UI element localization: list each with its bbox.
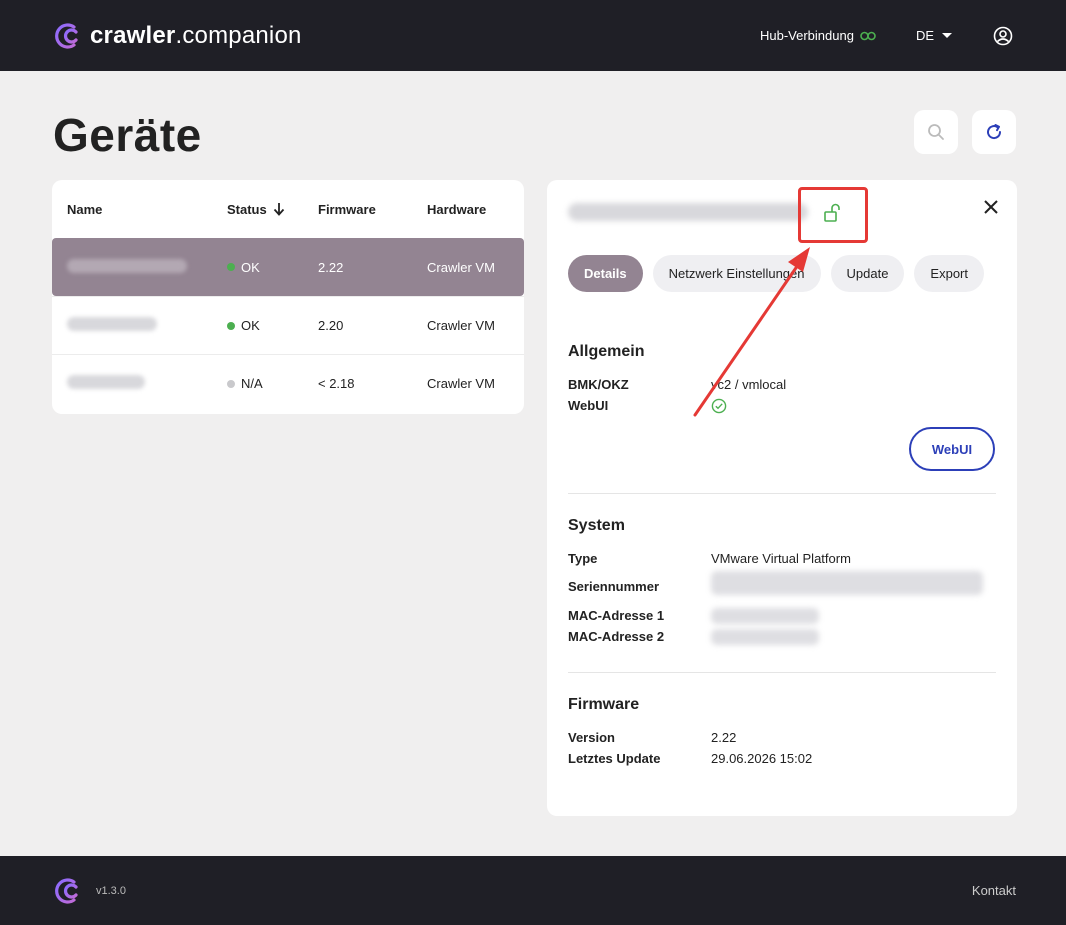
- field-mac-2: MAC-Adresse 2: [568, 629, 819, 645]
- contact-link[interactable]: Kontakt: [972, 883, 1016, 898]
- device-hardware: Crawler VM: [427, 376, 495, 391]
- divider: [568, 493, 996, 494]
- device-detail-panel: Details Netzwerk Einstellungen Update Ex…: [547, 180, 1017, 816]
- device-name-redacted: [52, 258, 212, 276]
- device-hardware: Crawler VM: [427, 259, 495, 275]
- status-dot: [227, 379, 235, 388]
- device-name-redacted: [568, 203, 808, 221]
- field-version: Version 2.22: [568, 730, 736, 745]
- column-header-firmware[interactable]: Firmware: [303, 202, 412, 217]
- device-status: OK: [241, 318, 260, 333]
- device-firmware: 2.22: [318, 259, 344, 275]
- device-name-redacted: [52, 375, 212, 392]
- field-label: MAC-Adresse 1: [568, 608, 665, 623]
- device-name-redacted: [52, 317, 212, 334]
- close-icon[interactable]: [981, 197, 1001, 217]
- detail-tabs: Details Netzwerk Einstellungen Update Ex…: [568, 255, 984, 292]
- field-serial-number: Seriennummer: [568, 571, 983, 595]
- open-webui-button[interactable]: WebUI: [909, 427, 995, 471]
- field-label: MAC-Adresse 2: [568, 629, 665, 644]
- sort-down-icon: [273, 203, 284, 216]
- hub-connection-status[interactable]: Hub-Verbindung: [760, 28, 876, 43]
- user-circle-icon[interactable]: [992, 25, 1014, 47]
- device-firmware: 2.20: [318, 318, 344, 333]
- field-last-update: Letztes Update 29.06.2026 15:02: [568, 751, 812, 766]
- check-circle-icon: [711, 398, 727, 414]
- field-mac-1: MAC-Adresse 1: [568, 608, 819, 624]
- caret-down-icon: [942, 33, 952, 38]
- device-status: OK: [241, 259, 260, 275]
- table-row[interactable]: N/A < 2.18 Crawler VM: [52, 354, 524, 412]
- crawler-logo-icon: [55, 877, 78, 904]
- field-label: WebUI: [568, 398, 609, 413]
- section-heading-system: System: [568, 517, 625, 534]
- section-heading-general: Allgemein: [568, 343, 645, 360]
- status-dot: [227, 263, 235, 271]
- search-button[interactable]: [914, 110, 958, 154]
- status-dot: [227, 321, 235, 330]
- device-firmware: < 2.18: [318, 376, 355, 391]
- tab-details[interactable]: Details: [568, 255, 643, 292]
- footer: v1.3.0 Kontakt: [0, 856, 1066, 925]
- field-label: Seriennummer: [568, 579, 660, 594]
- mac-address-redacted: [711, 608, 819, 624]
- brand-name: crawler.companion: [90, 21, 302, 49]
- column-header-status[interactable]: Status: [212, 202, 303, 217]
- table-header: Name Status Firmware Hardware: [52, 180, 524, 238]
- language-selector[interactable]: DE: [916, 28, 952, 43]
- field-value: 2.22: [711, 730, 737, 745]
- field-type: Type VMware Virtual Platform: [568, 551, 851, 566]
- column-header-name[interactable]: Name: [52, 202, 212, 217]
- tab-export[interactable]: Export: [914, 255, 984, 292]
- field-value: VMware Virtual Platform: [711, 551, 851, 566]
- section-heading-firmware: Firmware: [568, 696, 640, 713]
- page-title: Geräte: [53, 109, 202, 161]
- field-label: Version: [568, 730, 615, 745]
- column-header-status-label: Status: [227, 201, 267, 217]
- field-value: 29.06.2026 15:02: [711, 751, 813, 766]
- brand[interactable]: crawler.companion: [52, 22, 302, 50]
- field-label: BMK/OKZ: [568, 377, 629, 392]
- device-status: N/A: [241, 376, 263, 391]
- crawler-logo-icon: [55, 22, 78, 49]
- top-bar: crawler.companion Hub-Verbindung DE: [0, 0, 1066, 71]
- field-value: vc2 / vmlocal: [711, 377, 787, 392]
- column-header-hardware[interactable]: Hardware: [412, 202, 524, 217]
- search-icon: [928, 124, 944, 140]
- tab-network-settings[interactable]: Netzwerk Einstellungen: [652, 255, 821, 292]
- device-table: Name Status Firmware Hardware OK 2.22 Cr…: [52, 180, 524, 414]
- app-version: v1.3.0: [96, 884, 126, 897]
- language-label: DE: [915, 28, 934, 43]
- link-icon: [860, 31, 876, 40]
- refresh-button[interactable]: [972, 110, 1016, 154]
- field-webui: WebUI: [568, 398, 727, 414]
- table-row[interactable]: OK 2.20 Crawler VM: [52, 296, 524, 354]
- divider: [568, 672, 996, 673]
- highlight-box: [798, 187, 868, 243]
- device-hardware: Crawler VM: [427, 318, 495, 333]
- mac-address-redacted: [711, 629, 819, 645]
- field-bmk: BMK/OKZ vc2 / vmlocal: [568, 377, 786, 392]
- table-row[interactable]: OK 2.22 Crawler VM: [52, 238, 524, 296]
- hub-connection-label: Hub-Verbindung: [759, 28, 854, 43]
- refresh-icon: [987, 124, 1002, 140]
- field-label: Letztes Update: [568, 751, 661, 766]
- field-label: Type: [568, 551, 598, 566]
- serial-number-redacted: [711, 571, 983, 595]
- tab-update[interactable]: Update: [830, 255, 905, 292]
